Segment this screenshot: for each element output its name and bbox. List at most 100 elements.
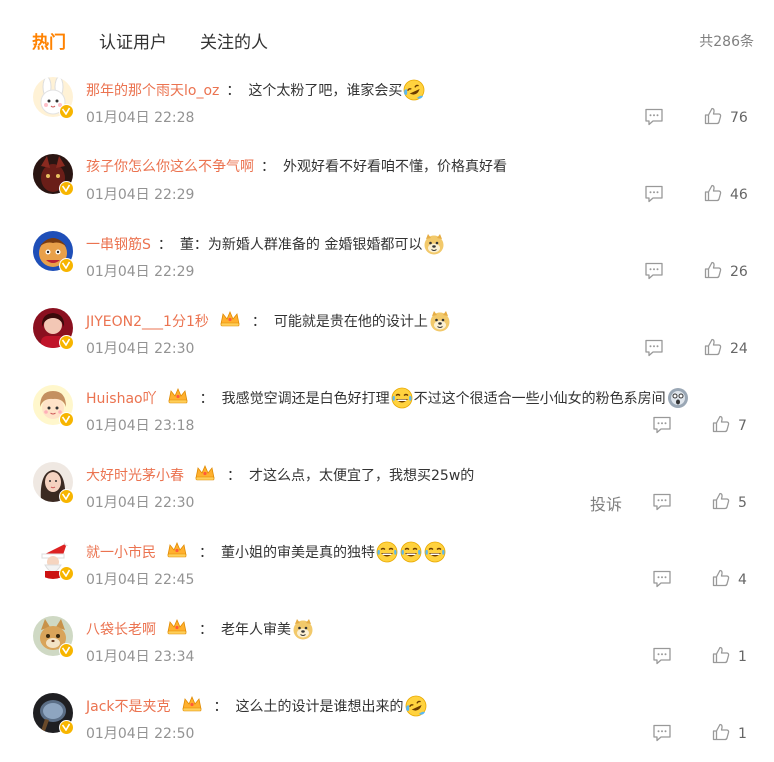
tab-hot[interactable]: 热门 bbox=[32, 28, 66, 53]
thumbs-up-icon bbox=[712, 646, 730, 668]
comment-item: 一串钢筋S ： 董：为新婚人群准备的 金婚银婚都可以 01月04日 22:29 26 bbox=[0, 222, 774, 299]
grin-tears-emoji-icon bbox=[376, 541, 398, 563]
reply-icon[interactable] bbox=[644, 262, 664, 284]
comment-text: 董：为新婚人群准备的 金婚银婚都可以 bbox=[179, 237, 423, 253]
like-button[interactable]: 4 bbox=[712, 569, 747, 591]
like-count: 4 bbox=[738, 572, 747, 588]
crown-icon bbox=[167, 387, 189, 409]
verified-badge-icon bbox=[59, 412, 74, 427]
colon-separator: ： bbox=[213, 699, 228, 715]
username-link[interactable]: 孩子你怎么你这么不争气啊 bbox=[86, 156, 254, 176]
comment-content: Huishao吖 ： 我感觉空调还是白色好打理 不过这个很适合一些小仙女的粉色系房间 bbox=[86, 387, 690, 409]
comment-time: 01月04日 22:45 bbox=[86, 572, 195, 588]
like-button[interactable]: 46 bbox=[704, 184, 748, 206]
reply-icon[interactable] bbox=[644, 339, 664, 361]
like-count: 1 bbox=[738, 726, 747, 742]
thumbs-up-icon bbox=[704, 184, 722, 206]
thumbs-up-icon bbox=[712, 492, 730, 514]
verified-badge-icon bbox=[59, 335, 74, 350]
report-button[interactable]: 投诉 bbox=[590, 491, 622, 515]
comment-item: Jack不是夹克 ： 这么土的设计是谁想出来的 01月04日 22:50 1 bbox=[0, 684, 774, 761]
grin-tears-emoji-icon bbox=[391, 387, 413, 409]
colon-separator: ： bbox=[199, 545, 213, 561]
thumbs-up-icon bbox=[712, 569, 730, 591]
verified-badge-icon bbox=[59, 104, 74, 119]
laugh-tears-emoji-icon bbox=[403, 79, 425, 101]
comment-content: 大好时光茅小春 ： 才这么点，太便宜了，我想买25w的 bbox=[86, 464, 474, 486]
thumbs-up-icon bbox=[712, 415, 730, 437]
like-count: 26 bbox=[730, 264, 748, 280]
comment-text: 外观好看不好看咱不懂，价格真好看 bbox=[283, 159, 507, 175]
username-link[interactable]: 一串钢筋S bbox=[86, 234, 151, 254]
doge-emoji-icon bbox=[292, 618, 314, 640]
comment-time: 01月04日 22:30 bbox=[86, 341, 195, 357]
like-button[interactable]: 1 bbox=[712, 646, 747, 668]
verified-badge-icon bbox=[59, 643, 74, 658]
like-count: 24 bbox=[730, 341, 748, 357]
comment-time: 01月04日 23:34 bbox=[86, 649, 195, 665]
verified-badge-icon bbox=[59, 258, 74, 273]
thumbs-up-icon bbox=[704, 261, 722, 283]
like-count: 76 bbox=[730, 110, 748, 126]
username-link[interactable]: 就一小市民 bbox=[86, 542, 156, 562]
comment-time: 01月04日 22:29 bbox=[86, 264, 195, 280]
shock-emoji-icon bbox=[667, 387, 689, 409]
colon-separator: ： bbox=[199, 622, 213, 638]
crown-icon bbox=[181, 695, 203, 717]
tab-following[interactable]: 关注的人 bbox=[200, 28, 268, 53]
crown-icon bbox=[166, 541, 188, 563]
colon-separator: ： bbox=[261, 159, 275, 175]
comment-text: 可能就是贵在他的设计上 bbox=[273, 314, 428, 330]
like-button[interactable]: 1 bbox=[712, 723, 747, 745]
username-link[interactable]: Jack不是夹克 bbox=[86, 696, 171, 716]
tab-verified-users[interactable]: 认证用户 bbox=[99, 28, 167, 53]
comment-content: 那年的那个雨天lo_oz ： 这个太粉了吧，谁家会买 bbox=[86, 79, 426, 101]
verified-badge-icon bbox=[59, 181, 74, 196]
like-button[interactable]: 5 bbox=[712, 492, 747, 514]
comment-content: 就一小市民 ： 董小姐的审美是真的独特 bbox=[86, 541, 447, 563]
username-link[interactable]: 大好时光茅小春 bbox=[86, 465, 184, 485]
crown-icon bbox=[194, 464, 216, 486]
comment-time: 01月04日 22:28 bbox=[86, 110, 195, 126]
comment-text: 不过这个很适合一些小仙女的粉色系房间 bbox=[413, 391, 666, 407]
reply-icon[interactable] bbox=[652, 570, 672, 592]
like-button[interactable]: 7 bbox=[712, 415, 747, 437]
doge-emoji-icon bbox=[429, 310, 451, 332]
like-button[interactable]: 24 bbox=[704, 338, 748, 360]
colon-separator: ： bbox=[251, 314, 266, 330]
comment-content: Jack不是夹克 ： 这么土的设计是谁想出来的 bbox=[86, 695, 428, 717]
colon-separator: ： bbox=[199, 391, 214, 407]
like-count: 46 bbox=[730, 187, 748, 203]
comment-content: 孩子你怎么你这么不争气啊 ： 外观好看不好看咱不懂，价格真好看 bbox=[86, 156, 507, 176]
username-link[interactable]: 八袋长老啊 bbox=[86, 619, 156, 639]
comment-content: JIYEON2___1分1秒 ： 可能就是贵在他的设计上 bbox=[86, 310, 452, 332]
thumbs-up-icon bbox=[704, 107, 722, 129]
reply-icon[interactable] bbox=[652, 724, 672, 746]
reply-icon[interactable] bbox=[644, 108, 664, 130]
comment-item: 八袋长老啊 ： 老年人审美 01月04日 23:34 1 bbox=[0, 607, 774, 684]
verified-badge-icon bbox=[59, 489, 74, 504]
reply-icon[interactable] bbox=[652, 416, 672, 438]
doge-emoji-icon bbox=[423, 233, 445, 255]
username-link[interactable]: 那年的那个雨天lo_oz bbox=[86, 80, 219, 100]
colon-separator: ： bbox=[227, 468, 241, 484]
username-link[interactable]: JIYEON2___1分1秒 bbox=[86, 311, 209, 331]
grin-tears-emoji-icon bbox=[424, 541, 446, 563]
like-button[interactable]: 26 bbox=[704, 261, 748, 283]
comment-item: 大好时光茅小春 ： 才这么点，太便宜了，我想买25w的 01月04日 22:30 投诉 5 bbox=[0, 453, 774, 530]
reply-icon[interactable] bbox=[652, 493, 672, 515]
reply-icon[interactable] bbox=[644, 185, 664, 207]
comment-time: 01月04日 22:50 bbox=[86, 726, 195, 742]
comment-item: 那年的那个雨天lo_oz ： 这个太粉了吧，谁家会买 01月04日 22:28 76 bbox=[0, 68, 774, 145]
thumbs-up-icon bbox=[704, 338, 722, 360]
reply-icon[interactable] bbox=[652, 647, 672, 669]
username-link[interactable]: Huishao吖 bbox=[86, 388, 157, 408]
thumbs-up-icon bbox=[712, 723, 730, 745]
like-button[interactable]: 76 bbox=[704, 107, 748, 129]
like-count: 5 bbox=[738, 495, 747, 511]
verified-badge-icon bbox=[59, 720, 74, 735]
comment-text: 我感觉空调还是白色好打理 bbox=[221, 391, 390, 407]
comment-text: 董小姐的审美是真的独特 bbox=[221, 545, 375, 561]
crown-icon bbox=[219, 310, 241, 332]
comment-time: 01月04日 23:18 bbox=[86, 418, 195, 434]
